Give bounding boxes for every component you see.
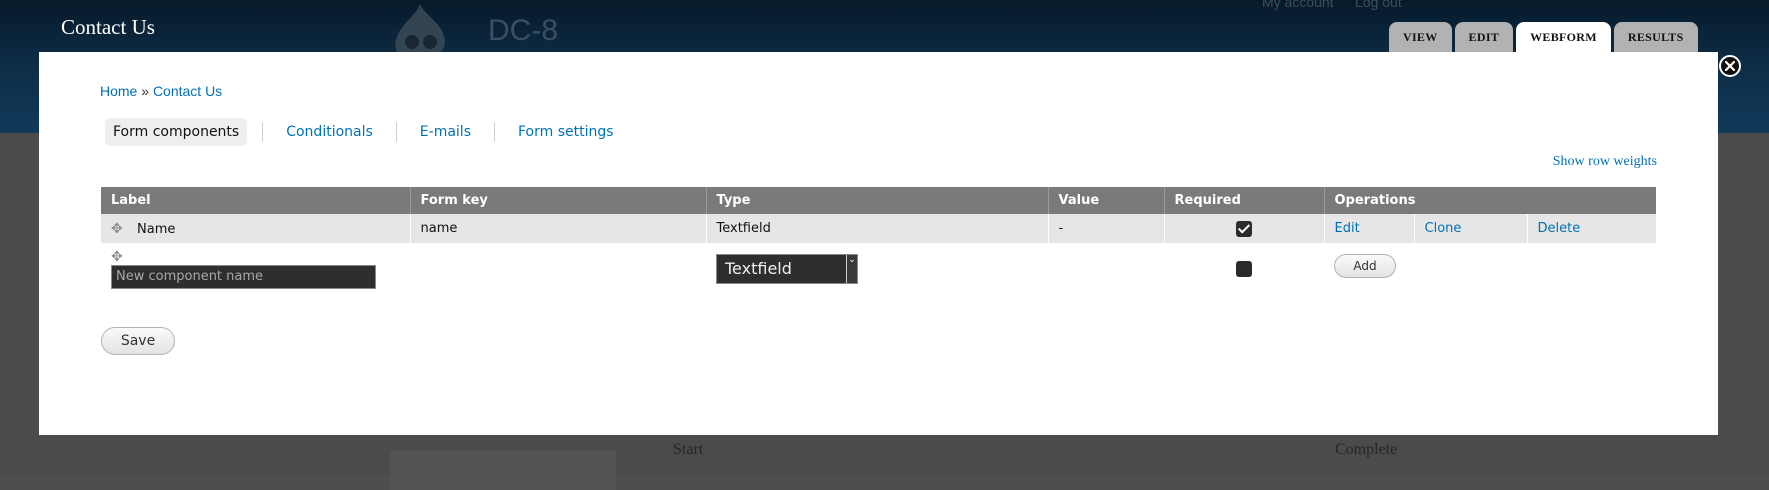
- overlay-panel: Home » Contact Us Form components Condit…: [39, 52, 1718, 435]
- subtab-divider: [493, 122, 495, 142]
- cell-new-value: [1048, 243, 1164, 294]
- secondary-tabs: Form components Conditionals E-mails For…: [105, 118, 622, 146]
- cell-label: ✥ Name: [101, 214, 411, 243]
- cell-new-label: ✥: [101, 243, 410, 294]
- my-account-link[interactable]: My account: [1262, 0, 1334, 10]
- cell-new-form-key: [410, 243, 706, 294]
- save-button[interactable]: Save: [101, 327, 175, 355]
- tab-webform-label: WEBFORM: [1530, 29, 1597, 44]
- component-type-select[interactable]: Textfield ⌄: [716, 253, 858, 284]
- header-value: Value: [1048, 187, 1165, 214]
- new-component-row: ✥ Textfield ⌄ Add: [101, 243, 1657, 294]
- new-component-name-input[interactable]: [111, 264, 376, 289]
- table-header-row: Label Form key Type Value Required Opera…: [101, 187, 1657, 214]
- breadcrumb-home-link[interactable]: Home: [100, 83, 137, 99]
- breadcrumb-separator: »: [141, 83, 150, 99]
- breadcrumb-contact-link[interactable]: Contact Us: [153, 83, 222, 99]
- clone-link[interactable]: Clone: [1425, 221, 1462, 236]
- site-name: DC-8: [488, 14, 559, 47]
- drag-handle-icon[interactable]: ✥: [111, 221, 131, 237]
- close-overlay-button[interactable]: [1719, 55, 1741, 77]
- navigation-block: [390, 450, 616, 490]
- cell-required: [1164, 214, 1325, 243]
- tab-edit-label: EDIT: [1468, 29, 1500, 44]
- bg-start-label: Start: [673, 441, 704, 458]
- edit-link[interactable]: Edit: [1335, 221, 1360, 236]
- delete-link[interactable]: Delete: [1538, 221, 1581, 236]
- header-required: Required: [1164, 187, 1325, 214]
- breadcrumb: Home » Contact Us: [100, 83, 222, 99]
- drag-handle-icon[interactable]: ✥: [111, 249, 131, 265]
- log-out-link[interactable]: Log out: [1355, 0, 1402, 10]
- cell-op-delete: Delete: [1527, 214, 1657, 243]
- tab-view[interactable]: VIEW: [1389, 22, 1452, 52]
- subtab-emails[interactable]: E-mails: [412, 118, 479, 146]
- tab-results-label: RESULTS: [1627, 29, 1684, 44]
- subtab-form-components[interactable]: Form components: [105, 118, 248, 146]
- tab-edit[interactable]: EDIT: [1454, 22, 1514, 52]
- component-type-value: Textfield: [725, 259, 792, 278]
- subtab-conditionals[interactable]: Conditionals: [278, 118, 381, 146]
- primary-tabs: VIEW EDIT WEBFORM RESULTS: [1389, 22, 1698, 52]
- cell-op-clone: Clone: [1414, 214, 1528, 243]
- header-label: Label: [101, 187, 411, 214]
- cell-new-operations: Add: [1324, 243, 1657, 294]
- tab-view-label: VIEW: [1403, 29, 1438, 44]
- header-type: Type: [706, 187, 1049, 214]
- subtab-divider: [262, 122, 264, 142]
- new-required-checkbox[interactable]: [1236, 260, 1252, 277]
- cell-value: -: [1048, 214, 1165, 243]
- cell-type: Textfield: [706, 214, 1049, 243]
- cell-op-edit: Edit: [1324, 214, 1415, 243]
- overlay-title: Contact Us: [61, 15, 155, 39]
- tab-results[interactable]: RESULTS: [1613, 22, 1698, 52]
- cell-new-required: [1164, 243, 1324, 294]
- header-form-key: Form key: [410, 187, 707, 214]
- subtab-divider: [395, 122, 397, 142]
- components-table: Label Form key Type Value Required Opera…: [101, 187, 1657, 294]
- table-row: ✥ Name name Textfield - Edit Clone Delete: [101, 214, 1657, 243]
- cell-form-key: name: [410, 214, 707, 243]
- required-checkbox[interactable]: [1236, 220, 1252, 237]
- add-button[interactable]: Add: [1334, 254, 1396, 278]
- cell-new-type: Textfield ⌄: [706, 243, 1048, 294]
- close-icon: [1725, 61, 1735, 71]
- show-row-weights-link[interactable]: Show row weights: [1553, 154, 1657, 170]
- header-operations: Operations: [1324, 187, 1657, 214]
- bg-complete-label: Complete: [1335, 441, 1398, 458]
- tab-webform[interactable]: WEBFORM: [1516, 22, 1611, 52]
- component-label: Name: [137, 221, 176, 237]
- subtab-form-settings[interactable]: Form settings: [510, 118, 622, 146]
- chevron-down-icon: ⌄: [846, 254, 857, 283]
